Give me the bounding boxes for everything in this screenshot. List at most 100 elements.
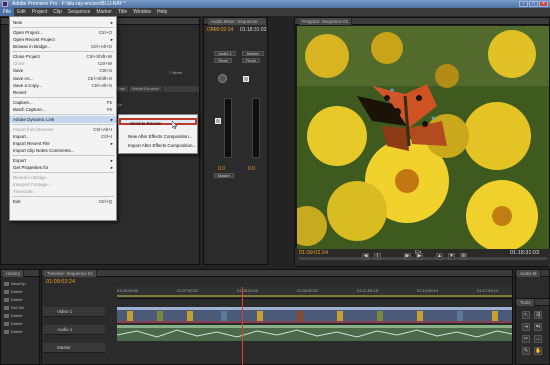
file-menu-item[interactable]: Open Recent Project ▸: [10, 36, 116, 43]
file-menu-item[interactable]: Save As... Ctrl+Shift+S: [10, 75, 116, 82]
extract-button[interactable]: ▼: [448, 253, 455, 260]
window-controls: – □ ×: [519, 1, 548, 7]
minimize-button[interactable]: –: [519, 1, 528, 7]
audio1-fader[interactable]: [215, 118, 221, 124]
history-item[interactable]: Delete: [11, 297, 23, 302]
mixer-track-master[interactable]: Master: [242, 51, 264, 56]
menu-edit[interactable]: Edit: [14, 8, 29, 16]
program-timecode[interactable]: 01:09:02:24: [299, 250, 328, 256]
export-frame-button[interactable]: ⊞: [460, 253, 467, 260]
history-item[interactable]: Delete: [11, 313, 23, 318]
hand-tool-icon[interactable]: ✋: [534, 347, 542, 355]
menu-item-label: Import Clip Notes Comments...: [13, 148, 75, 154]
step-back-button[interactable]: ◀: [362, 253, 369, 260]
pen-tool-icon[interactable]: ✎: [522, 347, 530, 355]
program-time-ruler[interactable]: [299, 257, 547, 260]
track-select-tool-icon[interactable]: ⇶: [534, 311, 542, 319]
file-menu-item[interactable]: Revert: [10, 89, 116, 96]
file-menu-item[interactable]: Import Recent File ▸: [10, 140, 116, 147]
submenu-item[interactable]: Import After Effects Composition...: [119, 142, 197, 149]
track-header-video1[interactable]: Video 1: [43, 307, 105, 317]
menu-help[interactable]: Help: [154, 8, 170, 16]
history-step-icon: [4, 290, 9, 294]
tab-history[interactable]: History: [3, 270, 25, 277]
menu-item-shortcut: Ctrl+Shift+W: [86, 54, 112, 59]
file-menu-item[interactable]: Capture... F5: [10, 99, 116, 106]
submenu-item[interactable]: Send to Encore: [119, 118, 197, 126]
menu-project[interactable]: Project: [29, 8, 51, 16]
file-menu-dropdown: New ▸ Open Project... Ctrl+O Open Recent Pro…: [9, 16, 117, 221]
history-item[interactable]: Delete: [11, 321, 23, 326]
file-menu-item[interactable]: Save a Copy... Ctrl+Alt+S: [10, 82, 116, 89]
mixer-track-audio1[interactable]: Audio 1: [214, 51, 236, 56]
file-menu-item[interactable]: Close Project Ctrl+Shift+W: [10, 53, 116, 60]
playhead[interactable]: [242, 287, 243, 365]
ruler-tick-label: 01:11:59:18: [357, 288, 378, 293]
menu-title[interactable]: Title: [115, 8, 130, 16]
selection-tool-icon[interactable]: ↖: [522, 311, 530, 319]
ripple-edit-tool-icon[interactable]: ⇥: [522, 323, 530, 331]
file-menu-item[interactable]: Get Properties for ▸: [10, 164, 116, 171]
audio1-track[interactable]: [117, 325, 512, 341]
file-menu-item: Interpret Footage...: [10, 181, 116, 188]
tab-audio-meters[interactable]: Audio M: [517, 270, 541, 277]
slip-tool-icon[interactable]: ↔: [534, 335, 542, 343]
history-item[interactable]: Set Sel: [11, 305, 24, 310]
close-button[interactable]: ×: [539, 1, 548, 7]
file-menu-item[interactable]: Batch Capture... F6: [10, 106, 116, 113]
menu-item-label: Batch Capture...: [13, 107, 46, 112]
history-item[interactable]: Delete: [11, 329, 23, 334]
col-media-duration[interactable]: Media Duration: [129, 86, 164, 92]
file-menu-item[interactable]: Import Clip Notes Comments...: [10, 147, 116, 154]
tab-program[interactable]: Program: Sequence 01: [299, 18, 353, 25]
file-menu-item[interactable]: Browse in Bridge... Ctrl+Alt+O: [10, 43, 116, 50]
file-menu-item[interactable]: Save Ctrl+S: [10, 67, 116, 74]
file-menu-item[interactable]: Import... Ctrl+I: [10, 133, 116, 140]
timeline-ruler[interactable]: 01:00:00:00 01:07:59:22 01:05:59:20 01:08:5…: [117, 287, 512, 299]
rolling-edit-tool-icon[interactable]: ⇆: [534, 323, 542, 331]
menu-item-label: Get Properties for: [13, 165, 49, 171]
window-title: Adobe Premiere Pro - F:\blu-ray-encore\B…: [12, 1, 126, 7]
track-label-audio1: Audio 1: [57, 327, 73, 332]
menu-item-shortcut: Ctrl+Alt+I: [93, 126, 112, 132]
work-area-bar[interactable]: [117, 295, 512, 297]
menu-item-label: Exit: [13, 199, 21, 205]
tab-tools[interactable]: Tools: [517, 299, 535, 306]
tab-audio-mixer[interactable]: Audio Mixer: Sequence 01: [208, 18, 267, 31]
mixer-read2-select[interactable]: Read: [242, 58, 260, 63]
master-fader[interactable]: [243, 76, 249, 82]
pan-knob[interactable]: [218, 74, 227, 83]
lift-button[interactable]: ▲: [436, 253, 443, 260]
mixer-timecode[interactable]: 01:09:02:24: [207, 27, 233, 33]
menu-window[interactable]: Window: [130, 8, 154, 16]
menu-item-shortcut: F5: [106, 99, 112, 105]
file-menu-item[interactable]: Open Project... Ctrl+O: [10, 29, 116, 36]
file-menu-item[interactable]: Adobe Dynamic Link ▸: [10, 115, 116, 123]
video1-track[interactable]: [117, 307, 512, 323]
maximize-button[interactable]: □: [529, 1, 538, 7]
file-menu-item[interactable]: New ▸: [10, 19, 116, 26]
mixer-master-output[interactable]: Master: [214, 173, 234, 178]
menu-sequence[interactable]: Sequence: [65, 8, 94, 16]
menu-clip[interactable]: Clip: [50, 8, 65, 16]
history-item[interactable]: Delete: [11, 289, 23, 294]
track-header-master[interactable]: Master: [43, 343, 105, 353]
menu-file[interactable]: File: [0, 8, 15, 16]
master-meter: [252, 98, 260, 158]
razor-tool-icon[interactable]: ✂: [522, 335, 530, 343]
file-menu-item[interactable]: Exit Ctrl+Q: [10, 198, 116, 205]
track-header-audio1[interactable]: Audio 1: [43, 325, 105, 335]
menu-item-shortcut: Ctrl+Q: [98, 199, 112, 205]
submenu-arrow-icon: ▸: [110, 141, 113, 146]
submenu-item[interactable]: New After Effects Composition...: [119, 133, 197, 140]
file-menu-item[interactable]: Export ▸: [10, 157, 116, 164]
project-item-count: 7 Items: [169, 70, 183, 75]
step-forward-button[interactable]: ▶: [416, 253, 423, 260]
play-button[interactable]: ▶: [404, 253, 411, 260]
tab-timeline[interactable]: Timeline: Sequence 01: [44, 270, 97, 277]
menu-marker[interactable]: Marker: [93, 8, 115, 16]
history-item[interactable]: New/Op: [11, 281, 25, 286]
mark-in-button[interactable]: {: [374, 253, 381, 260]
timeline-timecode[interactable]: 01:09:02:24: [46, 279, 75, 285]
mixer-read1-select[interactable]: Read: [214, 58, 232, 63]
